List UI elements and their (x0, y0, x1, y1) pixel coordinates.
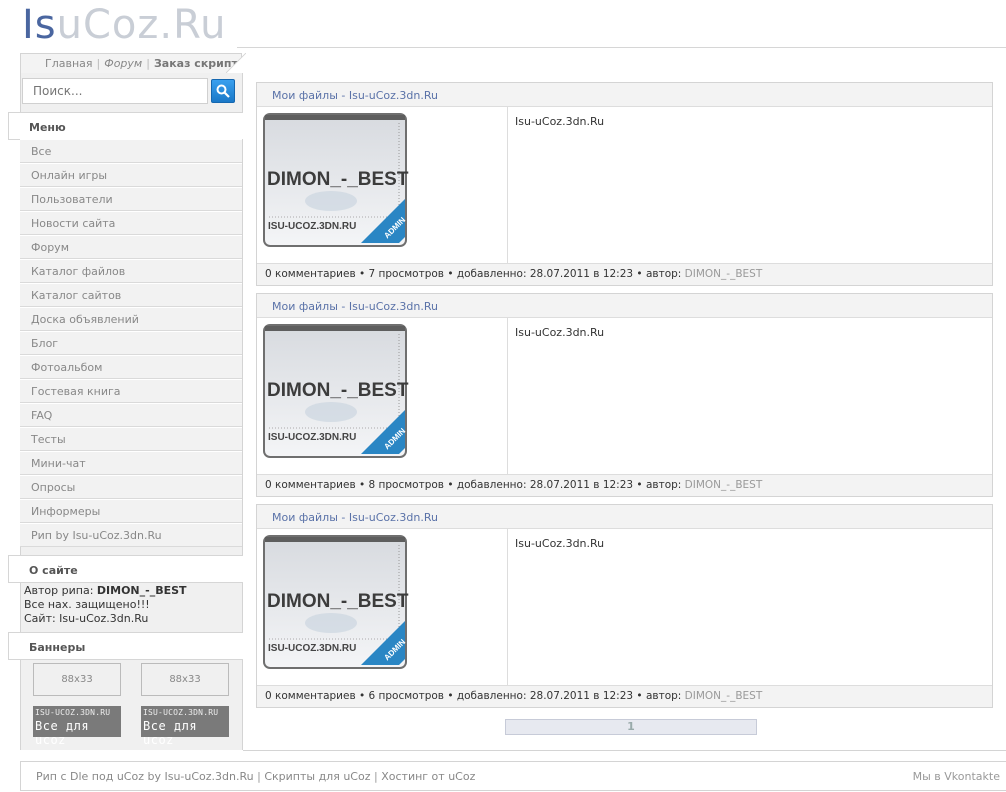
about-text: Автор рипа: DIMON_-_BEST Все нах. защище… (24, 584, 187, 626)
search-form (20, 76, 242, 106)
sidebar-menu-item[interactable]: Тесты (20, 427, 242, 451)
entry-body: DIMON_-_BEST ISU-UCOZ.3DN.RU ADMIN Isu-u… (257, 529, 992, 686)
footer-separator: | (257, 770, 261, 783)
sidebar-menu-item[interactable]: Онлайн игры (20, 163, 242, 187)
entry-author-link[interactable]: DIMON_-_BEST (685, 268, 763, 280)
entry-title-link[interactable]: Мои файлы - Isu-uCoz.3dn.Ru (257, 83, 992, 107)
entry-column-divider (507, 107, 508, 264)
about-author-label: Автор рипа: (24, 584, 97, 597)
footer-vk-link[interactable]: Мы в Vkontakte (913, 770, 1000, 783)
entry-description: Isu-uCoz.3dn.Ru (515, 115, 605, 128)
entry-thumbnail[interactable]: DIMON_-_BEST ISU-UCOZ.3DN.RU ADMIN (261, 111, 411, 261)
footer: Рип с Dle под uCoz by Isu-uCoz.3dn.Ru | … (20, 761, 1006, 791)
banner-slogan-text: Все для ucoz (143, 719, 198, 747)
entry-thumbnail[interactable]: DIMON_-_BEST ISU-UCOZ.3DN.RU ADMIN (261, 322, 411, 472)
banner-88x33[interactable]: 88x33 (141, 663, 229, 696)
banner-isu-ucoz[interactable]: ISU-UCOZ.3DN.RU Все для ucoz (33, 706, 121, 747)
search-button[interactable] (211, 79, 235, 103)
sidebar-menu-item[interactable]: Мини-чат (20, 451, 242, 475)
search-input[interactable] (22, 78, 208, 104)
sidebar-menu-item[interactable]: FAQ (20, 403, 242, 427)
sidebar-menu: Все Онлайн игры Пользователи Новости сайта Ф… (20, 139, 242, 547)
avatar-site-text: ISU-UCOZ.3DN.RU (268, 432, 356, 443)
nav-separator: | (146, 57, 150, 70)
sidebar-menu-item[interactable]: Доска объявлений (20, 307, 242, 331)
entry-description: Isu-uCoz.3dn.Ru (515, 537, 605, 550)
entry-author-link[interactable]: DIMON_-_BEST (685, 690, 763, 702)
pagination: 1 (505, 719, 757, 735)
file-thumbnail-image: DIMON_-_BEST ISU-UCOZ.3DN.RU ADMIN (261, 322, 411, 472)
file-entry: Мои файлы - Isu-uCoz.3dn.Ru DIMON_-_BEST… (256, 293, 993, 497)
about-author: Автор рипа: DIMON_-_BEST (24, 584, 187, 598)
file-thumbnail-image: DIMON_-_BEST ISU-UCOZ.3DN.RU ADMIN (261, 533, 411, 683)
nav-forum-link[interactable]: Форум (104, 57, 142, 70)
banner-site-text: ISU-UCOZ.3DN.RU (35, 708, 111, 717)
top-nav: Главная | Форум | Заказ скрипта (20, 53, 245, 73)
entry-title-link[interactable]: Мои файлы - Isu-uCoz.3dn.Ru (257, 294, 992, 318)
entry-meta: 0 комментариев • 7 просмотров • добавлен… (257, 264, 992, 285)
nav-home-link[interactable]: Главная (45, 57, 93, 70)
sidebar-menu-item[interactable]: Информеры (20, 499, 242, 523)
sidebar-menu-item[interactable]: Гостевая книга (20, 379, 242, 403)
footer-scripts-link[interactable]: Скрипты для uCoz (264, 770, 370, 783)
avatar-site-text: ISU-UCOZ.3DN.RU (268, 221, 356, 232)
header: IsuCoz.Ru (0, 0, 1006, 48)
file-entry: Мои файлы - Isu-uCoz.3dn.Ru DIMON_-_BEST… (256, 82, 993, 286)
page-current[interactable]: 1 (627, 720, 635, 733)
logo-part-2: uCoz.Ru (56, 2, 227, 48)
banner-isu-ucoz[interactable]: ISU-UCOZ.3DN.RU Все для ucoz (141, 706, 229, 747)
entry-thumbnail[interactable]: DIMON_-_BEST ISU-UCOZ.3DN.RU ADMIN (261, 533, 411, 683)
sidebar-menu-item[interactable]: Пользователи (20, 187, 242, 211)
banners-block-title: Баннеры (8, 632, 243, 660)
entry-body: DIMON_-_BEST ISU-UCOZ.3DN.RU ADMIN Isu-u… (257, 107, 992, 264)
menu-block-title: Меню (8, 112, 243, 140)
site-logo[interactable]: IsuCoz.Ru (22, 2, 226, 48)
sidebar-menu-item[interactable]: Новости сайта (20, 211, 242, 235)
about-author-value: DIMON_-_BEST (96, 584, 187, 597)
entry-stats: 0 комментариев • 7 просмотров • добавлен… (265, 268, 685, 280)
entry-description: Isu-uCoz.3dn.Ru (515, 326, 605, 339)
entry-stats: 0 комментариев • 6 просмотров • добавлен… (265, 690, 685, 702)
entry-author-link[interactable]: DIMON_-_BEST (685, 479, 763, 491)
avatar-name-text: DIMON_-_BEST (267, 380, 409, 401)
entry-stats: 0 комментариев • 8 просмотров • добавлен… (265, 479, 685, 491)
sidebar-menu-item[interactable]: Блог (20, 331, 242, 355)
entry-meta: 0 комментариев • 6 просмотров • добавлен… (257, 686, 992, 707)
sidebar-menu-item[interactable]: Опросы (20, 475, 242, 499)
avatar-name-text: DIMON_-_BEST (267, 591, 409, 612)
banner-site-text: ISU-UCOZ.3DN.RU (143, 708, 219, 717)
header-divider (237, 47, 1006, 48)
entry-meta: 0 комментариев • 8 просмотров • добавлен… (257, 475, 992, 496)
banner-slogan-text: Все для ucoz (35, 719, 90, 747)
footer-separator: | (374, 770, 378, 783)
about-protected: Все нах. защищено!!! (24, 598, 150, 611)
about-site: Сайт: Isu-uCoz.3dn.Ru (24, 612, 149, 625)
sidebar-menu-item[interactable]: Все (20, 139, 242, 163)
logo-part-1: Is (22, 2, 57, 48)
about-block-title: О сайте (8, 555, 243, 583)
file-thumbnail-image: DIMON_-_BEST ISU-UCOZ.3DN.RU ADMIN (261, 111, 411, 261)
avatar-site-text: ISU-UCOZ.3DN.RU (268, 643, 356, 654)
footer-rip-text: Рип с Dle под uCoz by Isu-uCoz.3dn.Ru (36, 770, 254, 783)
search-icon (216, 84, 230, 98)
top-nav-tab-edge (226, 53, 246, 73)
avatar-name-text: DIMON_-_BEST (267, 169, 409, 190)
footer-hosting-link[interactable]: Хостинг от uCoz (381, 770, 475, 783)
sidebar-menu-item[interactable]: Каталог файлов (20, 259, 242, 283)
entry-column-divider (507, 529, 508, 686)
entry-title-link[interactable]: Мои файлы - Isu-uCoz.3dn.Ru (257, 505, 992, 529)
entry-body: DIMON_-_BEST ISU-UCOZ.3DN.RU ADMIN Isu-u… (257, 318, 992, 475)
file-entry: Мои файлы - Isu-uCoz.3dn.Ru DIMON_-_BEST… (256, 504, 993, 708)
nav-separator: | (96, 57, 101, 70)
sidebar-menu-item[interactable]: Каталог сайтов (20, 283, 242, 307)
sidebar-menu-item[interactable]: Рип by Isu-uCoz.3dn.Ru (20, 523, 242, 547)
banner-88x33[interactable]: 88x33 (33, 663, 121, 696)
sidebar-menu-item[interactable]: Фотоальбом (20, 355, 242, 379)
content-bottom-divider (243, 750, 1006, 751)
sidebar-menu-item[interactable]: Форум (20, 235, 242, 259)
entry-column-divider (507, 318, 508, 475)
